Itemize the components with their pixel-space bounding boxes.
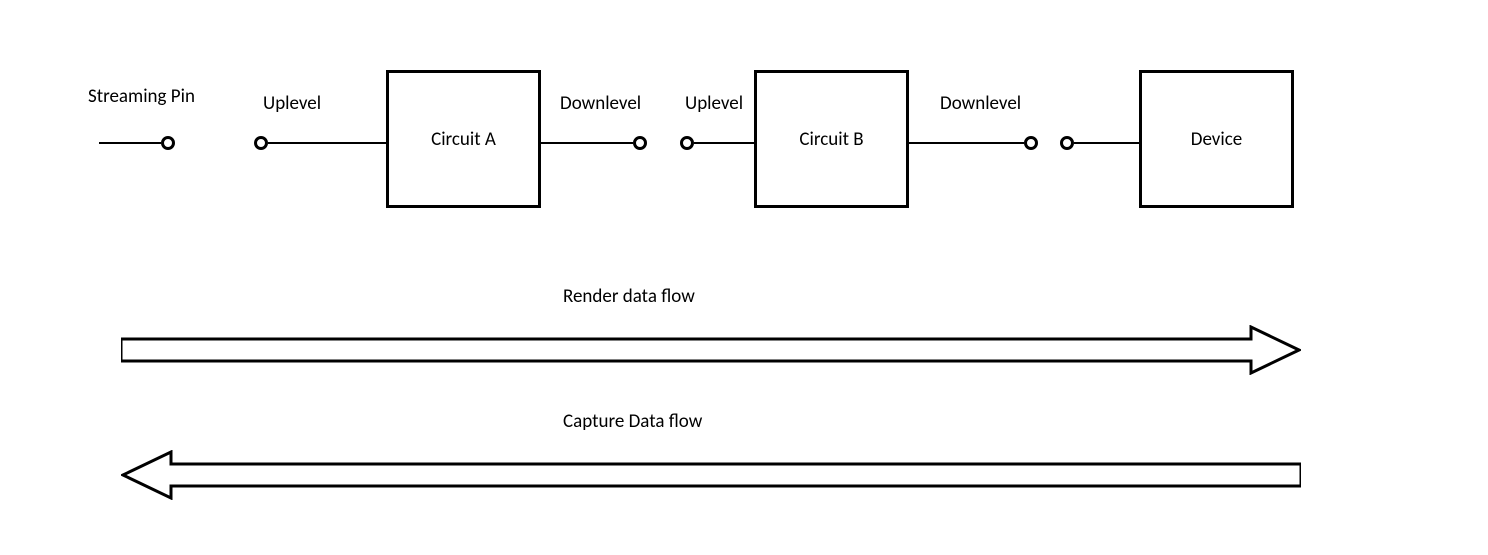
line-downlevel-2	[909, 142, 1024, 144]
diagram-canvas: Streaming Pin Uplevel Downlevel Uplevel …	[0, 0, 1488, 555]
render-arrow-icon	[121, 325, 1301, 375]
capture-flow-label: Capture Data flow	[563, 410, 702, 433]
pin-downlevel-1	[633, 136, 647, 150]
line-streaming	[99, 142, 161, 144]
device-box: Device	[1139, 70, 1294, 208]
render-flow-label: Render data flow	[563, 285, 695, 308]
downlevel-1-label: Downlevel	[560, 92, 641, 115]
downlevel-2-label: Downlevel	[940, 92, 1021, 115]
device-text: Device	[1191, 128, 1242, 151]
pin-downlevel-2	[1024, 136, 1038, 150]
line-downlevel-1	[541, 142, 633, 144]
line-uplevel-2	[694, 142, 754, 144]
circuit-a-text: Circuit A	[431, 128, 496, 151]
circuit-b-box: Circuit B	[754, 70, 909, 208]
pin-streaming	[161, 136, 175, 150]
uplevel-2-label: Uplevel	[685, 92, 743, 115]
line-device	[1074, 142, 1139, 144]
pin-device-in	[1060, 136, 1074, 150]
line-uplevel-1	[268, 142, 386, 144]
circuit-a-box: Circuit A	[386, 70, 541, 208]
circuit-b-text: Circuit B	[799, 128, 863, 151]
streaming-pin-label: Streaming Pin	[88, 85, 195, 108]
pin-uplevel-1	[254, 136, 268, 150]
pin-uplevel-2	[680, 136, 694, 150]
capture-arrow-icon	[121, 450, 1301, 500]
uplevel-1-label: Uplevel	[263, 92, 321, 115]
